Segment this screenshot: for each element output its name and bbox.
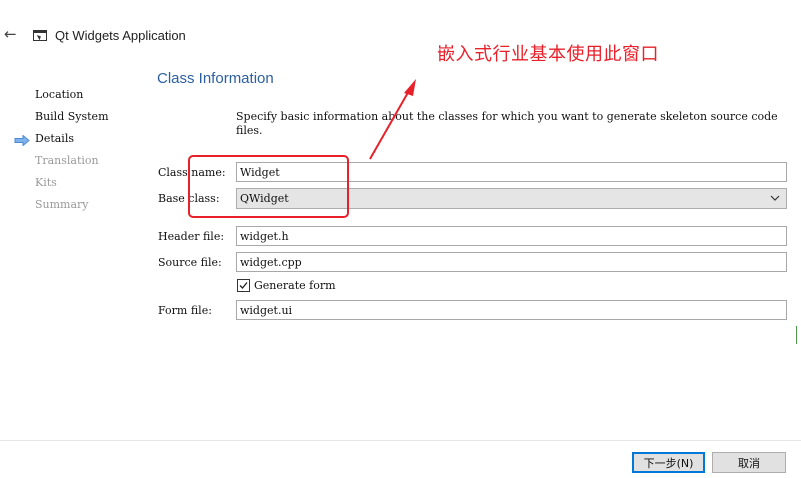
chevron-down-icon [770, 195, 780, 201]
generate-form-checkbox[interactable] [237, 279, 250, 292]
section-description: Specify basic information about the clas… [236, 110, 778, 137]
source-file-input[interactable] [236, 252, 787, 272]
generate-form-label: Generate form [254, 279, 336, 292]
sidebar-item-location: Location [35, 88, 84, 101]
application-window-icon [33, 30, 47, 41]
current-step-arrow-icon [14, 135, 30, 146]
annotation-note: 嵌入式行业基本使用此窗口 [437, 44, 659, 65]
sidebar-item-build-system: Build System [35, 110, 109, 123]
sidebar-item-translation: Translation [35, 154, 99, 167]
wizard-title: Qt Widgets Application [55, 28, 186, 43]
section-title: Class Information [157, 70, 274, 87]
form-file-label: Form file: [158, 304, 212, 317]
annotation-highlight-box [188, 155, 349, 218]
footer-divider [0, 440, 801, 441]
back-arrow-icon[interactable]: ← [4, 26, 20, 42]
form-file-input[interactable] [236, 300, 787, 320]
sidebar-item-details: Details [35, 132, 74, 145]
annotation-arrow-icon [369, 79, 416, 160]
cancel-button[interactable]: 取消 [712, 452, 786, 473]
source-file-label: Source file: [158, 256, 222, 269]
checkmark-icon [239, 282, 248, 289]
window-edge-mark [796, 326, 801, 344]
header-file-label: Header file: [158, 230, 225, 243]
sidebar-item-summary: Summary [35, 198, 89, 211]
next-button[interactable]: 下一步(N) [632, 452, 705, 473]
header-file-input[interactable] [236, 226, 787, 246]
sidebar-item-kits: Kits [35, 176, 57, 189]
